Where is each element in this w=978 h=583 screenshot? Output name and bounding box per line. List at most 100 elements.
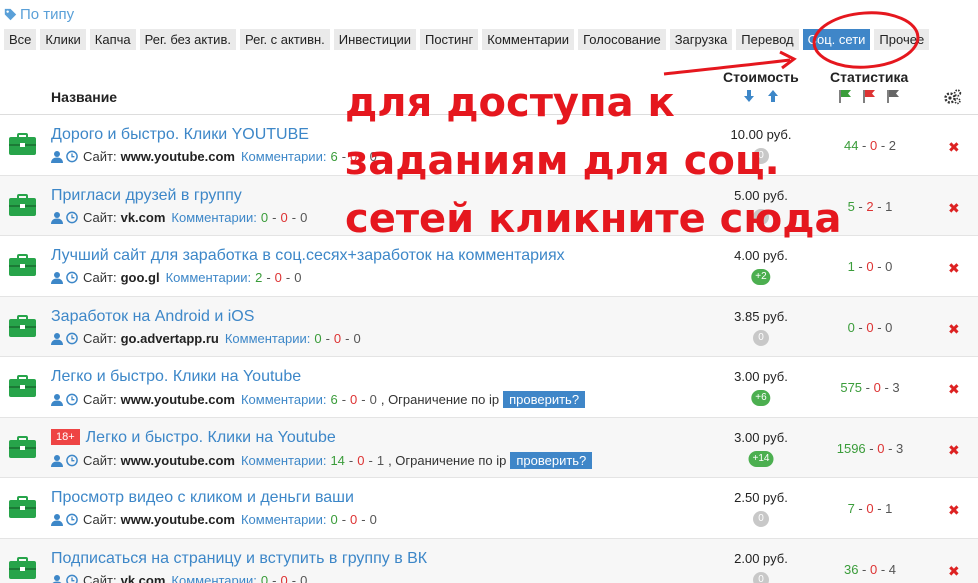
- task-title-link[interactable]: Просмотр видео с кликом и деньги ваши: [51, 489, 354, 507]
- task-stats: 44 - 0 - 2: [810, 138, 930, 153]
- column-header-name[interactable]: Название: [51, 89, 117, 105]
- tab-5[interactable]: Инвестиции: [333, 29, 416, 50]
- check-ip-button[interactable]: проверить?: [503, 391, 586, 408]
- user-icon: [51, 211, 63, 224]
- separator: -: [854, 198, 867, 214]
- sort-desc-icon[interactable]: [743, 89, 755, 103]
- price-badge: +6: [751, 390, 771, 406]
- tab-0[interactable]: Все: [4, 29, 37, 50]
- comments-link[interactable]: Комментарии:: [171, 573, 257, 583]
- task-row: 18+ Легко и быстро. Клики на Youtube Сайт:…: [0, 417, 978, 478]
- separator: -: [858, 138, 870, 153]
- comments-link[interactable]: Комментарии:: [241, 512, 327, 527]
- task-stats: 36 - 0 - 4: [810, 562, 930, 577]
- separator: -: [858, 561, 870, 577]
- stats-accepted: 0: [847, 319, 855, 335]
- comments-negative: 0: [274, 270, 282, 285]
- tab-8[interactable]: Голосование: [578, 29, 666, 50]
- comments-positive: 6: [330, 392, 338, 407]
- task-title-text: Легко и быстро. Клики на Youtube: [85, 428, 336, 446]
- hide-task-icon[interactable]: ✖: [948, 442, 960, 459]
- comments-link[interactable]: Комментарии:: [166, 270, 252, 285]
- stats-accepted: 5: [847, 198, 855, 214]
- hide-task-icon[interactable]: ✖: [948, 563, 960, 580]
- task-row: Заработок на Android и iOS Сайт: go.advert…: [0, 296, 978, 357]
- separator: -: [873, 501, 886, 516]
- tab-7[interactable]: Комментарии: [482, 29, 575, 50]
- hide-task-icon[interactable]: ✖: [948, 381, 960, 398]
- tab-9[interactable]: Загрузка: [669, 29, 733, 50]
- separator: -: [884, 440, 897, 456]
- comments-positive: 0: [260, 572, 269, 583]
- comments-link[interactable]: Комментарии:: [225, 331, 311, 346]
- hide-task-icon[interactable]: ✖: [948, 260, 960, 277]
- comments-negative: 0: [280, 209, 288, 225]
- task-title-link[interactable]: Лучший сайт для заработка в соц.сесях+за…: [51, 247, 565, 265]
- hide-task-icon[interactable]: ✖: [948, 139, 960, 156]
- tab-1[interactable]: Клики: [40, 29, 86, 50]
- tab-2[interactable]: Капча: [89, 29, 136, 50]
- comments-link[interactable]: Комментарии:: [241, 453, 327, 468]
- briefcase-icon: [9, 193, 36, 216]
- tab-4[interactable]: Рег. с активн.: [239, 29, 330, 50]
- tab-12[interactable]: Прочее: [874, 29, 930, 50]
- stats-accepted: 7: [847, 501, 855, 516]
- stats-pending: 0: [885, 259, 893, 274]
- task-title-link[interactable]: Дорого и быстро. Клики YOUTUBE: [51, 126, 309, 144]
- column-header-cost: Стоимость: [723, 69, 799, 85]
- task-title-link[interactable]: Легко и быстро. Клики на Youtube: [51, 368, 301, 386]
- price-badge: 0: [753, 571, 769, 583]
- tab-6[interactable]: Постинг: [419, 29, 479, 50]
- check-ip-button[interactable]: проверить?: [510, 451, 593, 469]
- stats-flags: [838, 89, 900, 103]
- clock-icon: [66, 574, 78, 583]
- site-value: www.youtube.com: [120, 392, 235, 407]
- comments-negative: 0: [357, 452, 365, 468]
- comments-link[interactable]: Комментарии:: [241, 392, 327, 407]
- sort-asc-icon[interactable]: [767, 89, 779, 103]
- tab-11[interactable]: Соц. сети: [802, 29, 871, 50]
- separator: -: [877, 561, 889, 577]
- task-row: Дорого и быстро. Клики YOUTUBE Сайт: www.y…: [0, 115, 978, 176]
- briefcase-icon: [9, 133, 36, 155]
- separator: -: [877, 138, 889, 153]
- briefcase-icon: [9, 496, 36, 518]
- task-title-link[interactable]: Заработок на Android и iOS: [51, 308, 254, 326]
- filter-label: По типу: [20, 6, 75, 23]
- hide-task-icon[interactable]: ✖: [948, 502, 960, 519]
- tab-10[interactable]: Перевод: [736, 29, 799, 50]
- comments-link[interactable]: Комментарии:: [171, 210, 257, 225]
- separator: -: [291, 209, 297, 225]
- separator: -: [865, 440, 878, 456]
- comments-link[interactable]: Комментарии:: [241, 149, 327, 164]
- stats-accepted: 44: [843, 138, 859, 153]
- separator: -: [291, 572, 297, 583]
- comments-negative: 0: [280, 572, 288, 583]
- stats-rejected: 0: [866, 319, 874, 335]
- site-value: vk.com: [120, 209, 166, 225]
- briefcase-icon: [9, 254, 36, 276]
- separator: -: [361, 512, 366, 527]
- task-title-text: Легко и быстро. Клики на Youtube: [51, 368, 302, 385]
- task-title-link[interactable]: Пригласи друзей в группу: [51, 187, 242, 205]
- filter-title[interactable]: По типу: [4, 6, 74, 23]
- site-label: Сайт:: [83, 452, 117, 468]
- task-title-link[interactable]: Подписаться на страницу и вступить в гру…: [51, 550, 427, 568]
- clock-icon: [66, 332, 78, 344]
- separator: -: [345, 330, 350, 346]
- tab-3[interactable]: Рег. без актив.: [139, 29, 236, 50]
- user-icon: [51, 151, 63, 163]
- task-title-text: Пригласи друзей в группу: [51, 186, 242, 204]
- hide-task-icon[interactable]: ✖: [948, 321, 960, 338]
- separator: -: [854, 259, 867, 274]
- task-price: 4.00 руб.: [734, 248, 788, 263]
- hide-task-icon[interactable]: ✖: [948, 200, 960, 217]
- separator: -: [266, 270, 271, 285]
- task-title-link[interactable]: 18+ Легко и быстро. Клики на Youtube: [51, 428, 336, 447]
- gears-icon[interactable]: [944, 89, 962, 105]
- ip-limit-label: , Ограничение по ip: [388, 452, 507, 468]
- comments-negative: 0: [350, 149, 358, 164]
- red-flag-icon: [863, 90, 875, 103]
- ip-limit-label: , Ограничение по ip: [380, 392, 500, 407]
- comments-positive: 0: [260, 209, 269, 225]
